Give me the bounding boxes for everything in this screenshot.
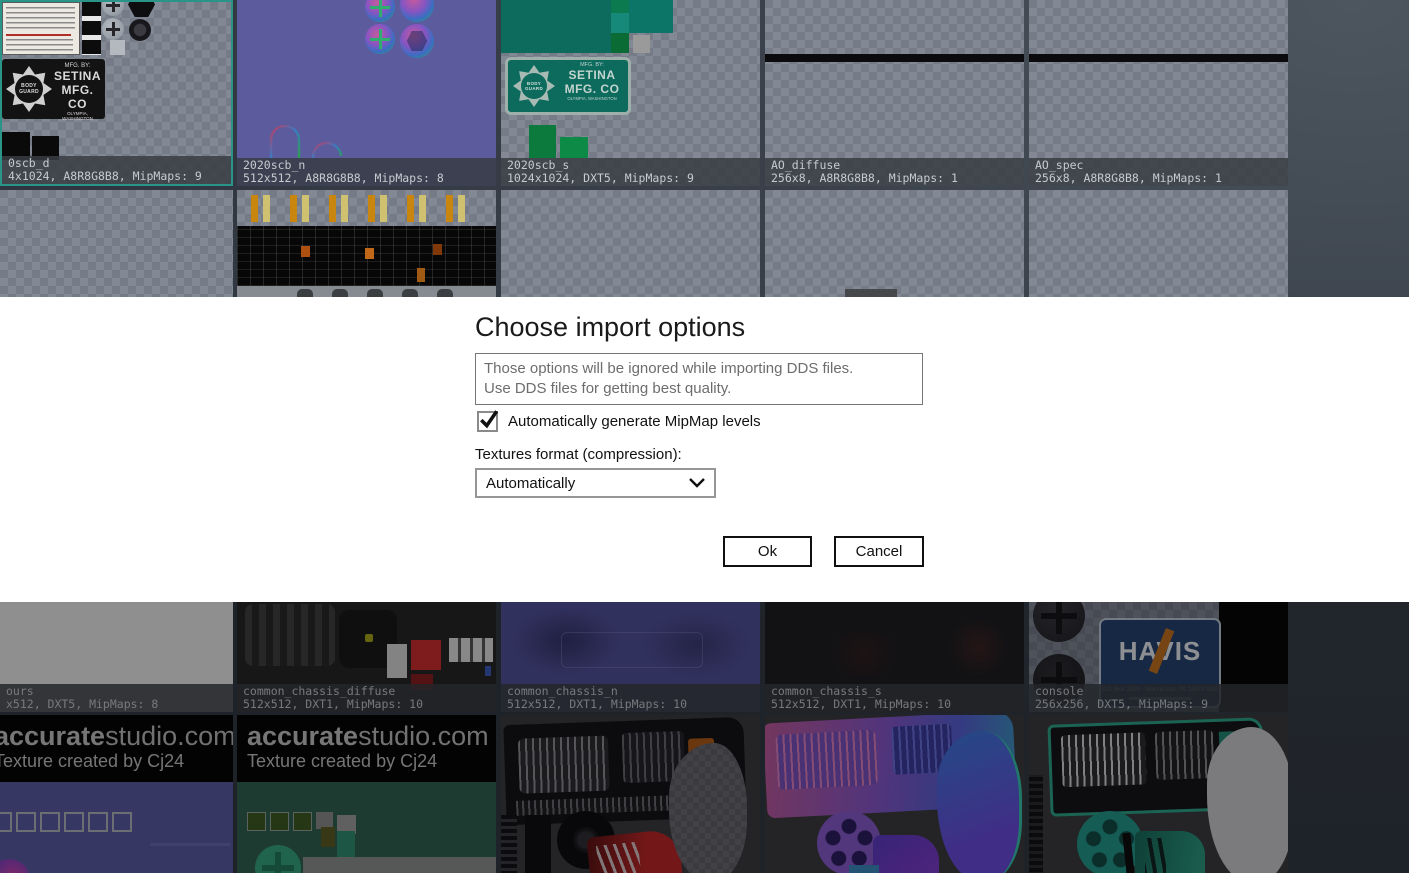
format-label: Textures format (compression):	[475, 446, 682, 463]
outlined-squares-row	[0, 812, 132, 832]
texture-tile-studio-s[interactable]: accuratestudio.com Texture created by Cj…	[237, 715, 496, 873]
texture-label: AO_spec 256x8, A8R8G8B8, MipMaps: 1	[1029, 158, 1288, 186]
texture-thumbnail	[501, 715, 760, 873]
accuratestudio-banner: accuratestudio.com Texture created by Cj…	[237, 715, 496, 782]
normal-sphere	[400, 24, 434, 58]
chevron-down-icon	[689, 478, 705, 488]
teal-block	[501, 0, 611, 53]
fender-silhouette-normal	[937, 731, 1022, 873]
bolt-icon	[129, 19, 151, 41]
texture-tile-0scb_d[interactable]: BODYGUARD MFG. BY: SETINA MFG. CO OLYMPI…	[0, 0, 233, 186]
texture-label: 2020scb_n 512x512, A8R8G8B8, MipMaps: 8	[237, 158, 496, 186]
texture-tile-row2-3[interactable]	[501, 190, 760, 297]
dds-note-box: Those options will be ignored while impo…	[475, 353, 923, 405]
texture-tile-2020scb_n[interactable]: 2020scb_n 512x512, A8R8G8B8, MipMaps: 8	[237, 0, 496, 186]
orange-bars-row	[251, 195, 483, 222]
texture-label: common_chassis_diffuse 512x512, DXT1, Mi…	[237, 684, 496, 712]
screw-icon	[102, 2, 124, 16]
mipmap-checkbox[interactable]	[477, 411, 498, 432]
normal-sphere	[0, 859, 30, 873]
cancel-button[interactable]: Cancel	[834, 536, 924, 567]
bw-strip	[82, 2, 101, 55]
texture-label: ours x512, DXT5, MipMaps: 8	[0, 684, 233, 712]
texture-thumbnail	[1029, 715, 1288, 873]
normal-arch-shapes	[261, 118, 371, 158]
normal-sphere	[400, 0, 434, 22]
import-options-dialog: Choose import options Those options will…	[0, 297, 1409, 602]
circuit-panel	[237, 226, 496, 286]
ao-strip	[765, 54, 1024, 62]
ao-strip	[1029, 54, 1288, 62]
red-warning-line	[6, 34, 71, 36]
texture-tile-studio-n[interactable]: accuratestudio.com Texture created by Cj…	[0, 715, 233, 873]
screw-icon	[102, 18, 124, 40]
texture-tile-row2-4[interactable]	[765, 190, 1024, 297]
texture-label: common_chassis_n 512x512, DXT1, MipMaps:…	[501, 684, 760, 712]
green-square	[560, 137, 588, 158]
normal-sphere	[365, 0, 395, 22]
normal-sphere	[365, 24, 395, 54]
green-square	[529, 125, 556, 158]
bodyguard-star-badge: BODYGUARD	[513, 65, 555, 107]
light-wedge-spec	[1135, 831, 1205, 873]
white-blocks	[449, 638, 493, 662]
fender-silhouette	[669, 743, 747, 873]
green-square	[611, 33, 629, 53]
format-dropdown[interactable]: Automatically	[475, 468, 716, 498]
dialog-title: Choose import options	[475, 312, 745, 343]
texture-tile-AO_diffuse[interactable]: AO_diffuse 256x8, A8R8G8B8, MipMaps: 1	[765, 0, 1024, 186]
fender-silhouette-spec	[1207, 727, 1288, 873]
dds-note-line2: Use DDS files for getting best quality.	[484, 379, 914, 399]
light-block	[387, 644, 407, 678]
texture-thumbnail	[765, 715, 1024, 873]
light-wedge-normal	[873, 835, 939, 873]
texture-thumbnail	[237, 190, 496, 297]
mipmap-checkbox-row: Automatically generate MipMap levels	[477, 411, 761, 432]
texture-tile-headlight-n[interactable]	[765, 715, 1024, 873]
wheel-normal	[817, 811, 881, 873]
texture-tile-row2-5[interactable]	[1029, 190, 1288, 297]
warning-label-sticker	[2, 2, 80, 55]
setina-plate-teal: BODYGUARD MFG. BY: SETINA MFG. CO OLYMPI…	[505, 57, 631, 115]
texture-tile-AO_spec[interactable]: AO_spec 256x8, A8R8G8B8, MipMaps: 1	[1029, 0, 1288, 186]
mipmap-checkbox-label[interactable]: Automatically generate MipMap levels	[508, 413, 761, 430]
texture-tile-row2-2[interactable]	[237, 190, 496, 297]
texture-browser-window: BODYGUARD MFG. BY: SETINA MFG. CO OLYMPI…	[0, 0, 1409, 873]
texture-label: console 256x256, DXT5, MipMaps: 9	[1029, 684, 1288, 712]
texture-label: common_chassis_s 512x512, DXT1, MipMaps:…	[765, 684, 1024, 712]
texture-tile-headlight-s[interactable]	[1029, 715, 1288, 873]
teal-square	[611, 13, 629, 33]
ok-button[interactable]: Ok	[723, 536, 812, 567]
texture-label: 0scb_d 4x1024, A8R8G8B8, MipMaps: 9	[2, 156, 231, 184]
dds-note-line1: Those options will be ignored while impo…	[484, 359, 914, 379]
engine-ribs	[245, 604, 335, 666]
teal-block	[629, 0, 673, 33]
texture-label: AO_diffuse 256x8, A8R8G8B8, MipMaps: 1	[765, 158, 1024, 186]
red-block	[411, 640, 441, 670]
green-square	[611, 0, 629, 13]
texture-tile-2020scb_s[interactable]: BODYGUARD MFG. BY: SETINA MFG. CO OLYMPI…	[501, 0, 760, 186]
hex-nut-icon	[128, 2, 155, 17]
accuratestudio-banner: accuratestudio.com Texture created by Cj…	[0, 715, 233, 782]
setina-plate-black: BODYGUARD MFG. BY: SETINA MFG. CO OLYMPI…	[2, 59, 105, 119]
check-icon	[478, 408, 500, 430]
format-dropdown-value: Automatically	[486, 475, 575, 492]
gray-square	[633, 35, 650, 53]
texture-tile-row2-1[interactable]	[0, 190, 233, 297]
teal-circle	[255, 845, 301, 873]
bodyguard-star-badge: BODYGUARD	[6, 66, 52, 112]
gray-bar	[303, 857, 496, 873]
texture-tile-headlight-diffuse[interactable]	[501, 715, 760, 873]
gray-square	[110, 40, 125, 55]
texture-label: 2020scb_s 1024x1024, DXT5, MipMaps: 9	[501, 158, 760, 186]
gray-rect	[845, 289, 897, 297]
